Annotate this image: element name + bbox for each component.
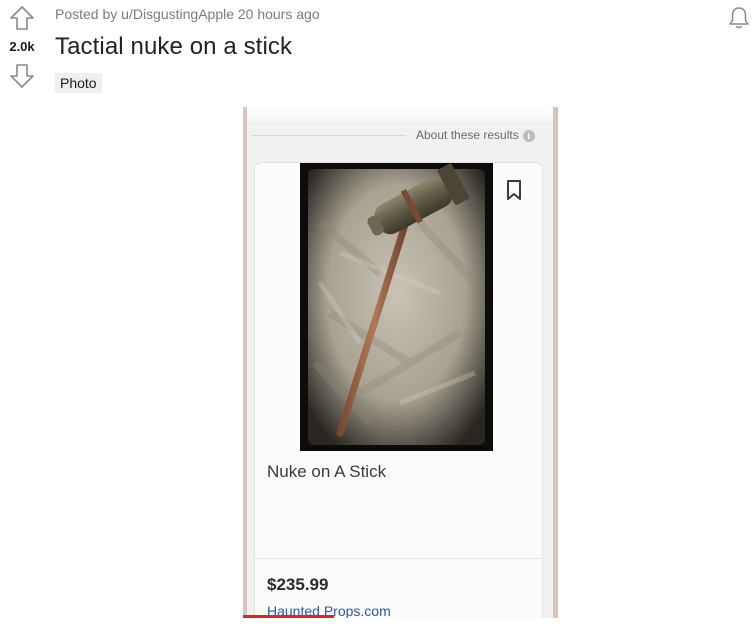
vote-score: 2.0k (9, 39, 35, 54)
bookmark-button[interactable] (505, 179, 523, 201)
media-edge-left (243, 107, 247, 618)
video-progress-fill (243, 615, 335, 618)
info-icon: i (522, 129, 535, 142)
arrow-down-icon (10, 64, 34, 88)
divider-line (251, 135, 406, 136)
post-media-video[interactable]: About these results i Nuke on A Stick $2… (243, 107, 558, 618)
nuke-on-stick-image (300, 163, 493, 451)
product-image (300, 163, 493, 451)
media-edge-right (553, 107, 558, 618)
product-name[interactable]: Nuke on A Stick (267, 462, 386, 482)
post-title[interactable]: Tactial nuke on a stick (55, 33, 292, 61)
notify-button[interactable] (726, 5, 752, 31)
about-results: About these results i (416, 128, 535, 142)
downvote-button[interactable] (8, 62, 36, 90)
bell-icon (729, 7, 749, 29)
post-flair[interactable]: Photo (55, 73, 102, 93)
product-price: $235.99 (267, 575, 329, 594)
about-results-text: About these results (416, 128, 519, 142)
bookmark-icon (507, 180, 521, 200)
post-meta[interactable]: Posted by u/DisgustingApple 20 hours ago (55, 6, 320, 22)
video-progress-bar[interactable] (243, 615, 558, 618)
media-top-band (247, 107, 553, 121)
arrow-up-icon (10, 6, 34, 30)
card-divider (254, 558, 541, 559)
upvote-button[interactable] (8, 4, 36, 32)
